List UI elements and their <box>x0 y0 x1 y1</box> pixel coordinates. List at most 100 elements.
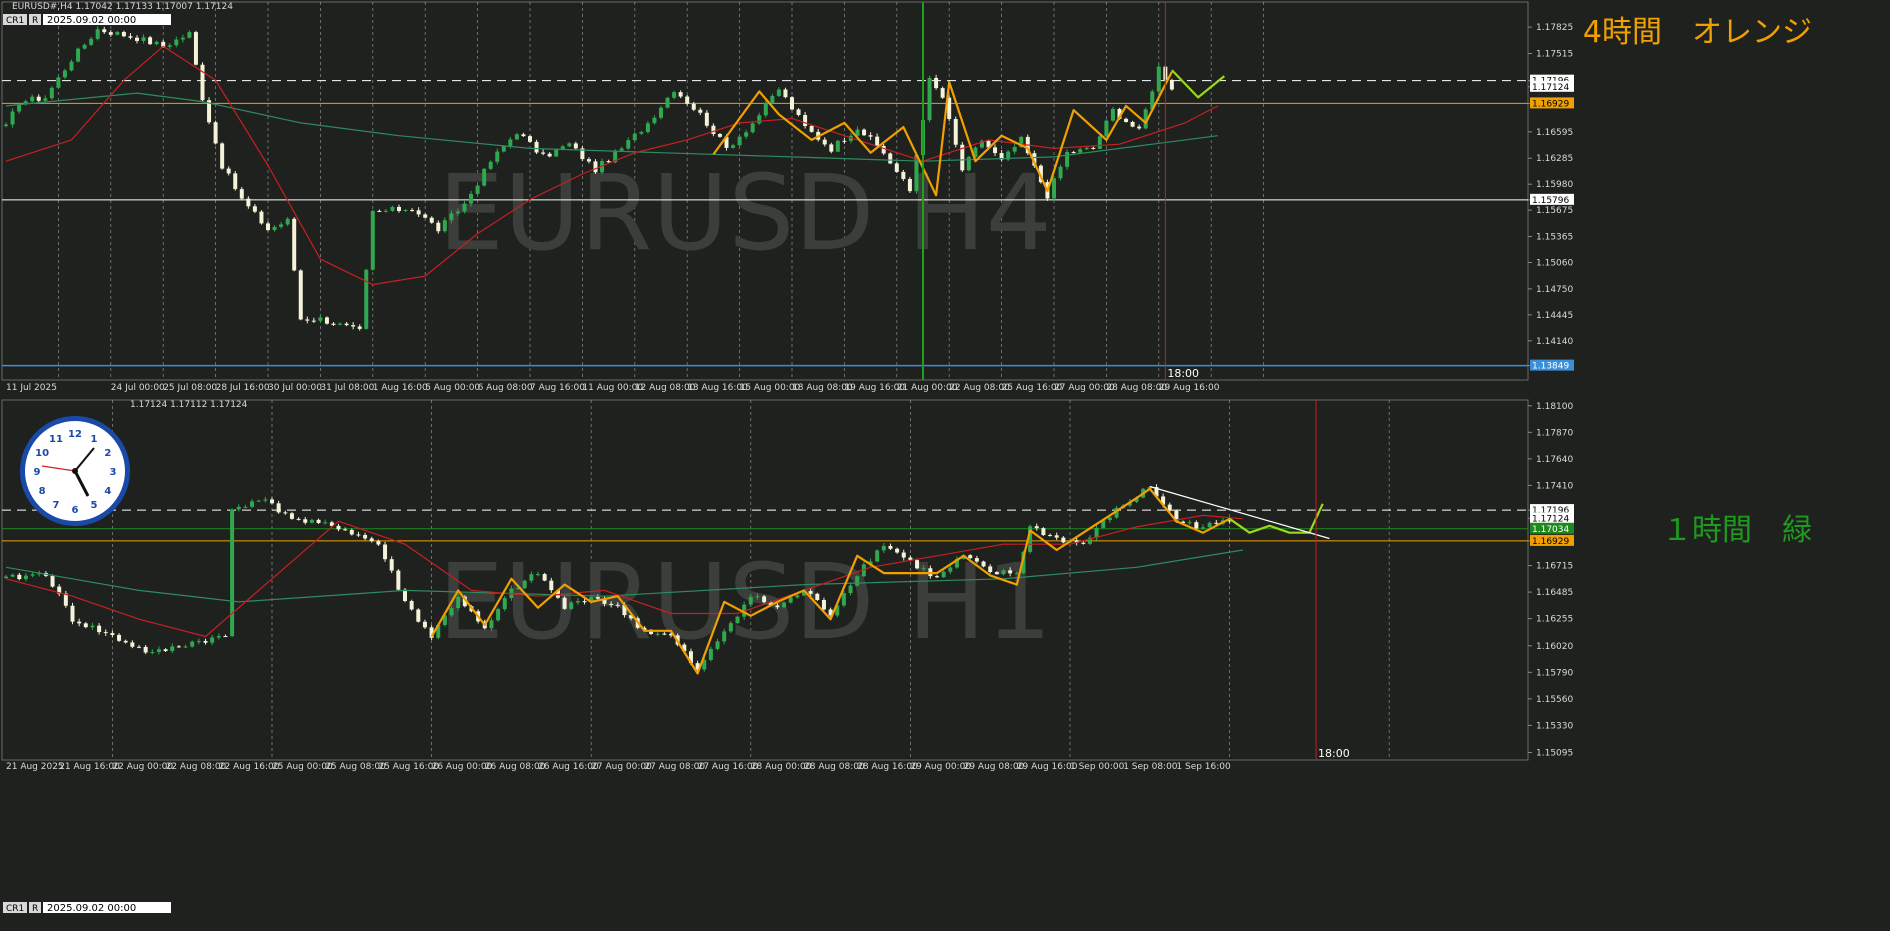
candle-body <box>338 323 343 325</box>
candle-body <box>848 585 853 594</box>
candle-body <box>575 601 580 603</box>
time-tick-label: 24 Jul 00:00 <box>111 383 165 393</box>
candle-body <box>213 122 218 144</box>
candle-body <box>289 513 294 519</box>
candle-body <box>223 636 228 638</box>
time-tick-label: 26 Aug 00:00 <box>432 762 493 772</box>
time-tick-label: 29 Aug 00:00 <box>910 762 971 772</box>
candle-body <box>927 77 932 121</box>
candle-body <box>1124 118 1129 122</box>
time-tick-label: 29 Aug 16:00 <box>1159 383 1220 393</box>
time-tick-label: 30 Jul 00:00 <box>268 383 322 393</box>
candle-body <box>30 574 35 576</box>
candle-body <box>83 623 88 628</box>
candle-body <box>210 637 215 643</box>
candle-body <box>815 593 820 601</box>
candle-body <box>363 535 368 539</box>
candle-body <box>316 519 321 523</box>
candle-body <box>1110 108 1115 121</box>
candle-body <box>256 500 261 502</box>
candle-body <box>573 143 578 149</box>
clock-number: 6 <box>72 505 79 516</box>
time-tick-label: 5 Aug 00:00 <box>425 383 480 393</box>
time-tick-label: 28 Jul 16:00 <box>216 383 270 393</box>
price-tick-label: 1.17825 <box>1536 23 1573 33</box>
candle-body <box>901 171 906 179</box>
header-info: EURUSD#,H4 1.17042 1.17133 1.17007 1.171… <box>12 2 233 12</box>
candle-body <box>489 620 494 629</box>
time-tick-label: 28 Aug 16:00 <box>857 762 918 772</box>
price-tick-label: 1.16595 <box>1536 128 1573 138</box>
candle-body <box>934 77 939 89</box>
price-axis: 1.178251.175151.171961.171241.169291.165… <box>1528 23 1574 372</box>
candle-body <box>1104 120 1109 137</box>
candle-body <box>735 616 740 624</box>
candle-body <box>331 323 336 325</box>
candle-body <box>1107 517 1112 521</box>
candle-body <box>410 210 415 212</box>
candle-body <box>102 29 107 33</box>
time-tick-label: 27 Aug 08:00 <box>644 762 705 772</box>
trading-chart[interactable]: EURUSD H418:001.178251.175151.171961.171… <box>0 0 1890 931</box>
candle-body <box>305 319 310 321</box>
price-tick-label: 1.15095 <box>1536 749 1573 759</box>
clock-number: 5 <box>91 500 98 511</box>
clock-number: 4 <box>104 486 111 497</box>
candle-body <box>1052 178 1056 199</box>
time-tick-label: 11 Jul 2025 <box>6 383 57 393</box>
candle-body <box>652 117 657 124</box>
candle-body <box>790 97 794 110</box>
candle-body <box>655 633 660 635</box>
candle-body <box>632 133 637 141</box>
timeframe-label: １時間 緑 <box>1662 513 1812 548</box>
candle-body <box>501 146 506 152</box>
candle-body <box>665 97 670 108</box>
candle-body <box>324 317 329 324</box>
candle-body <box>193 32 198 65</box>
cr1-tag-label: CR1 <box>6 904 24 914</box>
clock-number: 9 <box>34 467 41 478</box>
candle-body <box>582 601 587 603</box>
r-tag-label: R <box>32 904 38 914</box>
candle-body <box>309 519 314 523</box>
time-axis: 11 Jul 2025 24 Jul 00:0025 Jul 08:0028 Ju… <box>6 383 1220 393</box>
clock-number: 1 <box>91 434 98 445</box>
header-info: 1.17124 1.17112 1.17124 <box>130 400 248 410</box>
candle-body <box>1065 151 1070 167</box>
candle-body <box>1130 121 1135 127</box>
price-tick-label: 1.15060 <box>1536 259 1573 269</box>
candle-body <box>966 156 971 171</box>
pane-h1: EURUSD H118:001.181001.178701.176401.174… <box>1 399 1812 914</box>
candle-body <box>429 217 434 223</box>
price-badge-label: 1.16929 <box>1532 537 1569 547</box>
candle-body <box>180 37 185 40</box>
candle-body <box>17 104 22 112</box>
candle-body <box>349 530 354 535</box>
candle-body <box>562 597 567 609</box>
candle-body <box>318 317 323 321</box>
time-tick-label: 1 Sep 08:00 <box>1123 762 1178 772</box>
price-tick-label: 1.14140 <box>1536 337 1573 347</box>
candle-body <box>662 633 667 635</box>
candle-body <box>1094 527 1099 538</box>
candle-body <box>351 325 356 327</box>
time-tick-label: 1 Sep 16:00 <box>1176 762 1231 772</box>
candle-body <box>569 602 574 609</box>
candle-body <box>895 548 900 553</box>
r-tag-label: R <box>32 16 38 26</box>
candle-body <box>888 545 893 549</box>
candle-body <box>514 134 519 140</box>
candle-body <box>678 92 683 97</box>
timeframe-label: 4時間 オレンジ <box>1583 15 1812 50</box>
candle-body <box>1014 573 1019 575</box>
candle-body <box>376 541 381 545</box>
candle-body <box>685 96 690 104</box>
candle-body <box>36 96 41 101</box>
candle-body <box>948 567 953 572</box>
candle-body <box>456 596 461 609</box>
candle-body <box>915 560 920 569</box>
clock-number: 12 <box>68 429 82 440</box>
date-box-label: 2025.09.02 00:00 <box>47 903 136 914</box>
candle-body <box>62 70 67 78</box>
candle-body <box>216 636 221 638</box>
